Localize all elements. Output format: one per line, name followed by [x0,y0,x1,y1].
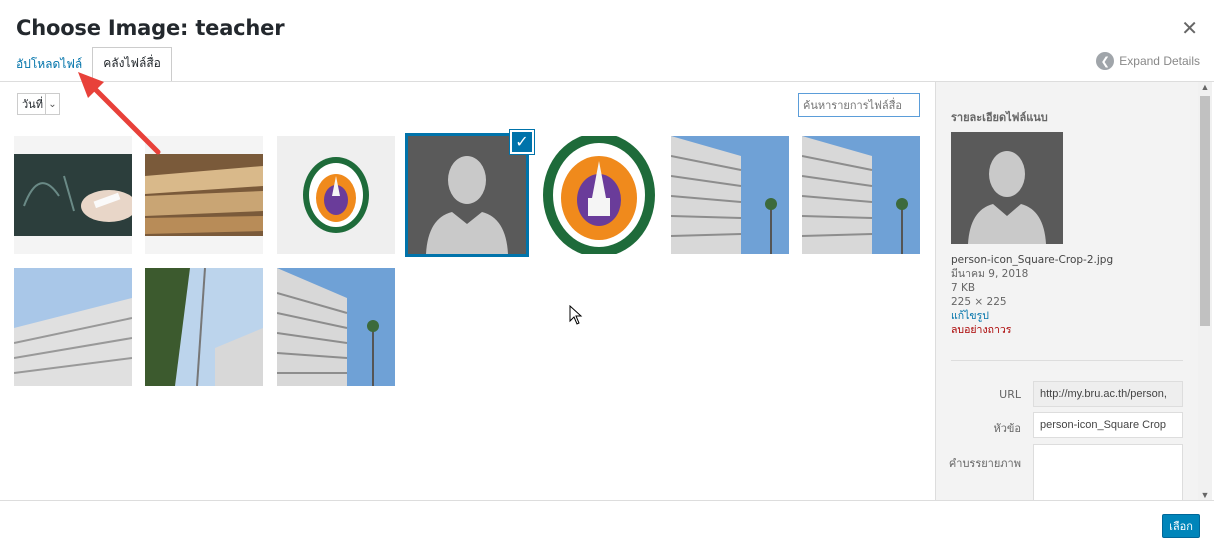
scroll-down-icon[interactable]: ▼ [1198,490,1212,500]
caption-label: คำบรรยายภาพ [948,457,1021,470]
modal-title: Choose Image: teacher [16,16,285,40]
selected-check-icon[interactable]: ✓ [510,130,534,154]
flagpole-building-image [145,268,263,386]
building-image-3 [14,268,132,386]
chalkboard-image [14,136,132,254]
tab-media-library[interactable]: คลังไฟล์สื่อ [92,47,172,82]
books-image [145,136,263,254]
person-icon-image [408,136,526,254]
select-button[interactable]: เลือก [1162,514,1200,538]
expand-details-button[interactable]: ❮ Expand Details [1096,52,1200,70]
attachment-chalkboard[interactable] [14,136,132,254]
attachment-books[interactable] [145,136,263,254]
attachment-details-sidebar: รายละเอียดไฟล์แนบ person-icon_Square-Cro… [935,82,1198,504]
scrollbar-thumb[interactable] [1200,96,1210,326]
attachment-date: มีนาคม 9, 2018 [951,268,1029,280]
attachment-flagpole[interactable] [145,268,263,386]
building-image-4 [277,268,395,386]
attachment-building-4[interactable] [277,268,395,386]
attachment-building-3[interactable] [14,268,132,386]
close-icon[interactable]: ✕ [1181,16,1198,41]
attachment-building-1[interactable] [671,136,789,254]
university-seal-small-image [277,136,395,254]
media-modal: Choose Image: teacher ✕ อัปโหลดไฟล์ คลัง… [0,0,1214,539]
url-label: URL [999,388,1021,401]
title-field[interactable]: person-icon_Square Crop [1033,412,1183,438]
attachment-dimensions: 225 × 225 [951,296,1007,308]
sidebar-divider [951,360,1183,361]
delete-permanently-link[interactable]: ลบอย่างถาวร [951,323,1113,337]
building-image-2 [802,136,920,254]
tab-upload-files[interactable]: อัปโหลดไฟล์ [10,49,88,82]
search-input[interactable] [798,93,920,117]
caption-field[interactable] [1033,444,1183,504]
url-field[interactable]: http://my.bru.ac.th/person, [1033,381,1183,407]
attachment-info: person-icon_Square-Crop-2.jpg มีนาคม 9, … [951,253,1113,337]
sidebar-scrollbar[interactable]: ▲ ▼ [1198,82,1212,500]
person-icon-preview [951,132,1063,244]
attachment-building-2[interactable] [802,136,920,254]
title-label: หัวข้อ [993,422,1021,435]
scroll-up-icon[interactable]: ▲ [1198,82,1212,92]
date-filter-select[interactable]: วันที่ ⌄ [17,93,60,115]
attachment-filesize: 7 KB [951,282,976,294]
attachment-person-icon[interactable] [405,133,529,257]
chevron-left-icon: ❮ [1096,52,1115,70]
attachment-filename: person-icon_Square-Crop-2.jpg [951,254,1114,266]
sidebar-thumbnail [951,132,1063,244]
modal-footer [0,500,1214,539]
attachment-seal-large[interactable] [540,136,658,254]
sidebar-title: รายละเอียดไฟล์แนบ [951,111,1048,124]
chevron-down-icon: ⌄ [44,94,59,114]
university-seal-large-image [540,136,658,254]
expand-details-label: Expand Details [1119,54,1200,68]
edit-image-link[interactable]: แก้ไขรูป [951,309,1113,323]
date-filter-label: วันที่ [22,99,43,111]
tab-bar: อัปโหลดไฟล์ คลังไฟล์สื่อ [10,47,172,82]
building-image-1 [671,136,789,254]
mouse-cursor-icon [569,305,583,325]
attachment-seal-small[interactable] [277,136,395,254]
